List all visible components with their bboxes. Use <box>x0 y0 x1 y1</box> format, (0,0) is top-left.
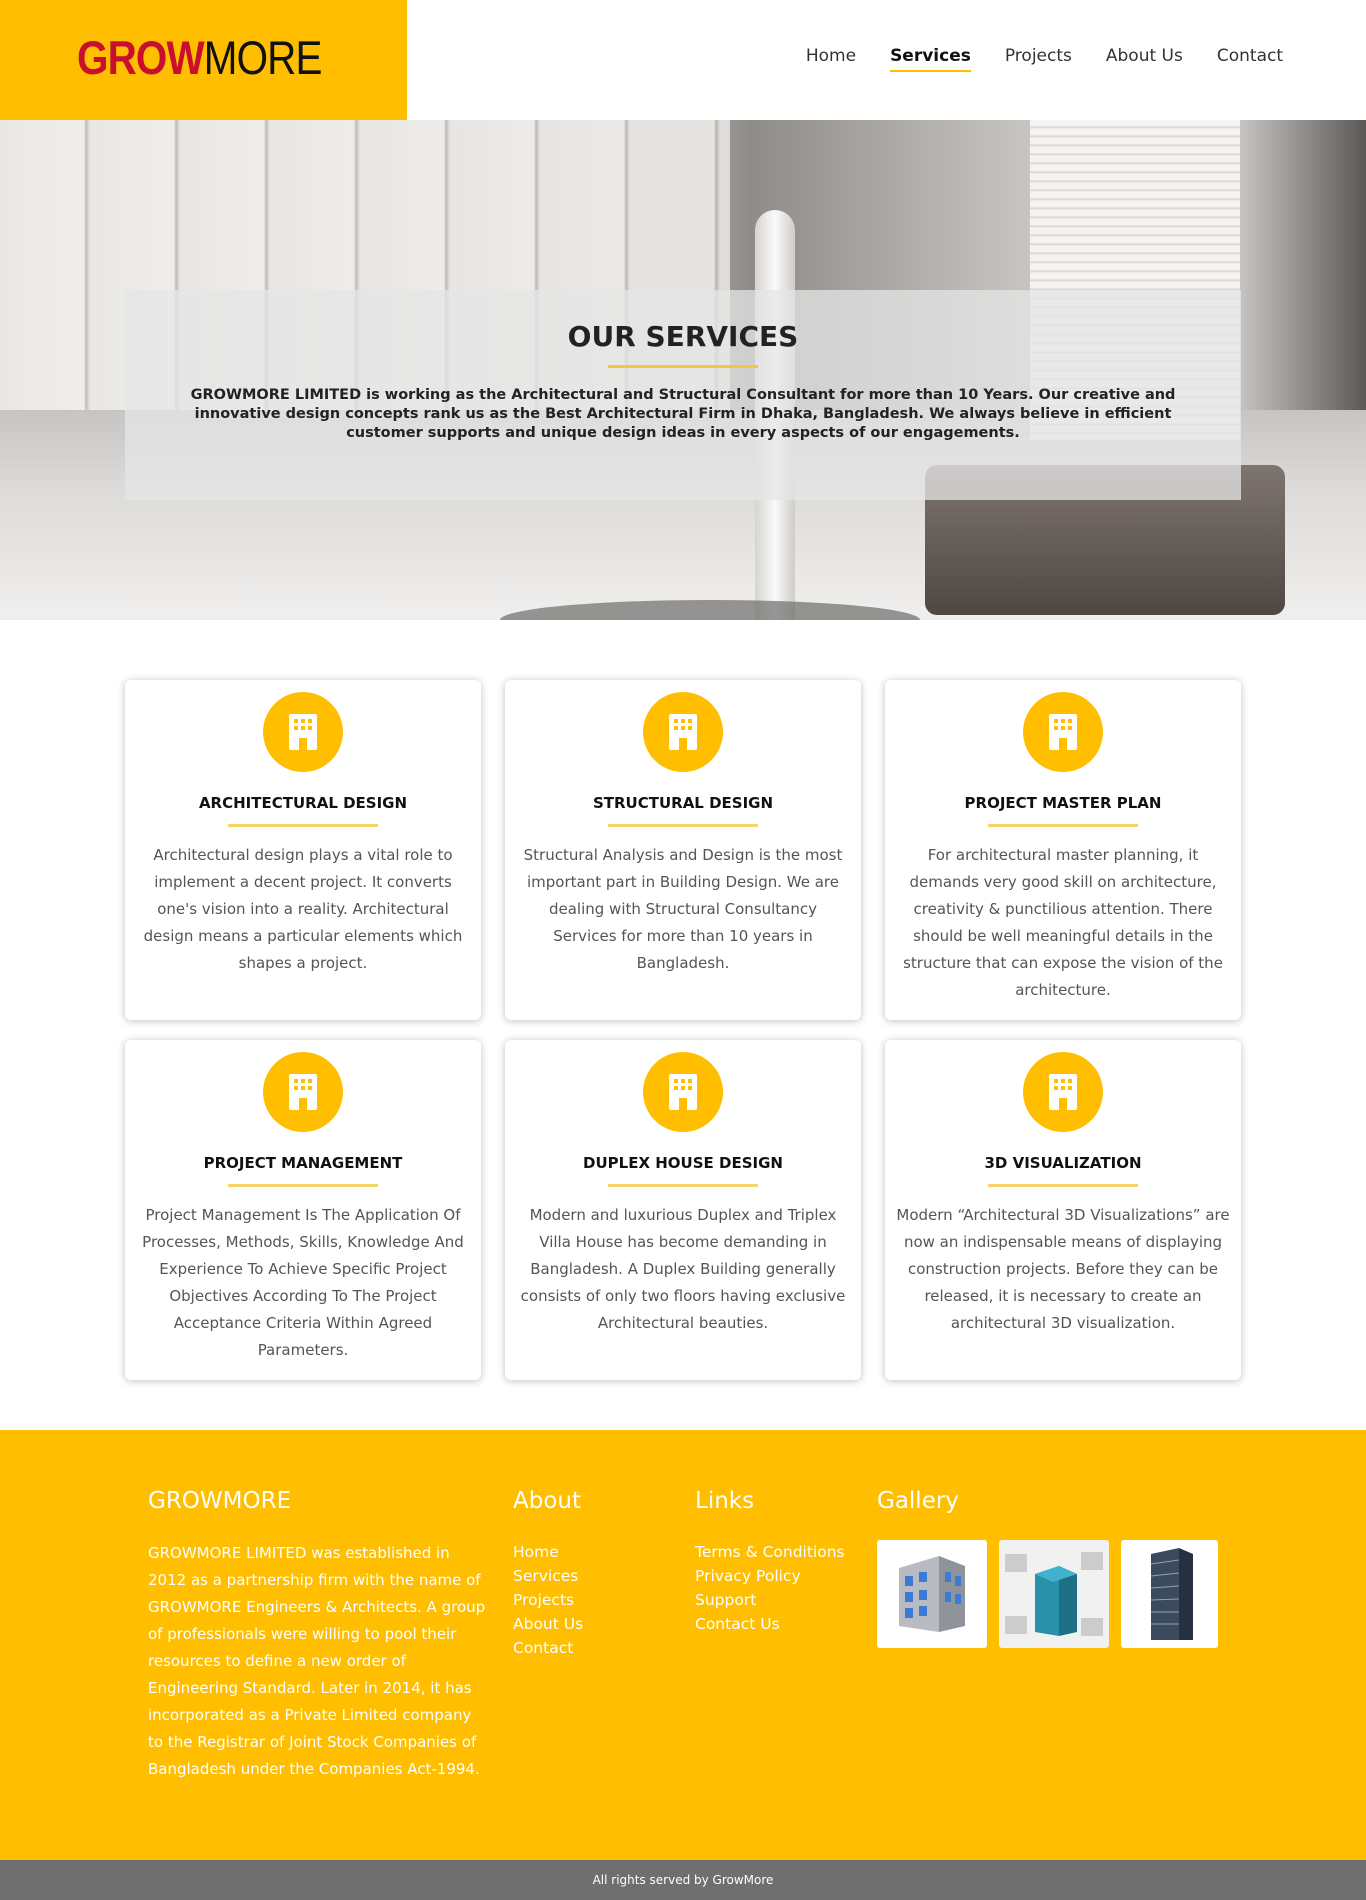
logo-part-more: MORE <box>203 31 323 84</box>
card-text: Architectural design plays a vital role … <box>143 846 463 972</box>
site-header: GROWMORE Home Services Projects About Us… <box>0 0 1366 120</box>
nav-services[interactable]: Services <box>890 46 971 72</box>
building-icon <box>263 692 343 772</box>
building-icon <box>1023 692 1103 772</box>
hero-title-underline <box>608 365 758 368</box>
logo-part-grow: GROW <box>77 31 205 84</box>
footer-link-contact[interactable]: Contact <box>513 1636 583 1660</box>
card-text: For architectural master planning, it de… <box>903 846 1223 999</box>
card-text: Modern and luxurious Duplex and Triplex … <box>520 1206 846 1332</box>
footer-gallery-heading: Gallery <box>877 1488 959 1514</box>
card-underline <box>988 1184 1138 1187</box>
building-icon <box>643 692 723 772</box>
footer-brand-heading: GROWMORE <box>148 1488 292 1514</box>
main-nav: Home Services Projects About Us Contact <box>806 46 1283 72</box>
service-card-project-master-plan: PROJECT MASTER PLAN For architectural ma… <box>885 680 1241 1020</box>
card-title: PROJECT MANAGEMENT <box>203 1154 403 1172</box>
site-footer: GROWMORE GROWMORE LIMITED was establishe… <box>0 1430 1366 1860</box>
hero-title: OUR SERVICES <box>567 320 799 353</box>
service-card-3d-visualization: 3D VISUALIZATION Modern “Architectural 3… <box>885 1040 1241 1380</box>
nav-contact[interactable]: Contact <box>1217 46 1283 72</box>
footer-links: Terms & Conditions Privacy Policy Suppor… <box>695 1540 845 1636</box>
hero-section: OUR SERVICES GROWMORE LIMITED is working… <box>0 120 1366 620</box>
footer-link-about-us[interactable]: About Us <box>513 1612 583 1636</box>
nav-home[interactable]: Home <box>806 46 856 72</box>
footer-about-links: Home Services Projects About Us Contact <box>513 1540 583 1660</box>
footer-links-heading: Links <box>695 1488 755 1514</box>
card-underline <box>228 824 378 827</box>
footer-about-heading: About <box>513 1488 582 1514</box>
footer-link-projects[interactable]: Projects <box>513 1588 583 1612</box>
logo-box: GROWMORE <box>0 0 407 120</box>
hero-description: GROWMORE LIMITED is working as the Archi… <box>190 387 1176 441</box>
card-underline <box>608 1184 758 1187</box>
gallery-image-building-3[interactable] <box>1121 1540 1218 1648</box>
building-icon <box>263 1052 343 1132</box>
footer-about-links-column: About Home Services Projects About Us Co… <box>513 1488 583 1660</box>
footer-link-services[interactable]: Services <box>513 1564 583 1588</box>
footer-link-contact-us[interactable]: Contact Us <box>695 1612 845 1636</box>
service-card-architectural-design: ARCHITECTURAL DESIGN Architectural desig… <box>125 680 481 1020</box>
footer-link-support[interactable]: Support <box>695 1588 845 1612</box>
card-text: Project Management Is The Application Of… <box>142 1206 464 1359</box>
service-card-duplex-house-design: DUPLEX HOUSE DESIGN Modern and luxurious… <box>505 1040 861 1380</box>
footer-about-text: GROWMORE LIMITED was established in 2012… <box>148 1544 486 1778</box>
footer-links-column: Links Terms & Conditions Privacy Policy … <box>695 1488 845 1636</box>
nav-projects[interactable]: Projects <box>1005 46 1072 72</box>
card-underline <box>988 824 1138 827</box>
gallery-image-building-2[interactable] <box>999 1540 1109 1648</box>
service-card-project-management: PROJECT MANAGEMENT Project Management Is… <box>125 1040 481 1380</box>
nav-about-us[interactable]: About Us <box>1106 46 1183 72</box>
footer-link-terms[interactable]: Terms & Conditions <box>695 1540 845 1564</box>
card-text: Structural Analysis and Design is the mo… <box>523 846 843 972</box>
card-title: ARCHITECTURAL DESIGN <box>198 794 408 812</box>
footer-link-privacy[interactable]: Privacy Policy <box>695 1564 845 1588</box>
card-title: PROJECT MASTER PLAN <box>964 794 1162 812</box>
card-underline <box>608 824 758 827</box>
card-underline <box>228 1184 378 1187</box>
building-icon <box>1023 1052 1103 1132</box>
copyright-bar: All rights served by GrowMore <box>0 1860 1366 1900</box>
building-icon <box>643 1052 723 1132</box>
footer-gallery-column: Gallery <box>877 1488 1218 1648</box>
card-title: DUPLEX HOUSE DESIGN <box>583 1154 783 1172</box>
card-text: Modern “Architectural 3D Visualizations”… <box>896 1206 1230 1332</box>
card-title: STRUCTURAL DESIGN <box>592 794 774 812</box>
card-title: 3D VISUALIZATION <box>984 1154 1142 1172</box>
logo[interactable]: GROWMORE <box>77 30 322 85</box>
footer-about-column: GROWMORE GROWMORE LIMITED was establishe… <box>148 1488 488 1783</box>
service-card-structural-design: STRUCTURAL DESIGN Structural Analysis an… <box>505 680 861 1020</box>
gallery-image-building-1[interactable] <box>877 1540 987 1648</box>
footer-gallery <box>877 1540 1218 1648</box>
footer-link-home[interactable]: Home <box>513 1540 583 1564</box>
hero-text-box: OUR SERVICES GROWMORE LIMITED is working… <box>125 290 1241 500</box>
